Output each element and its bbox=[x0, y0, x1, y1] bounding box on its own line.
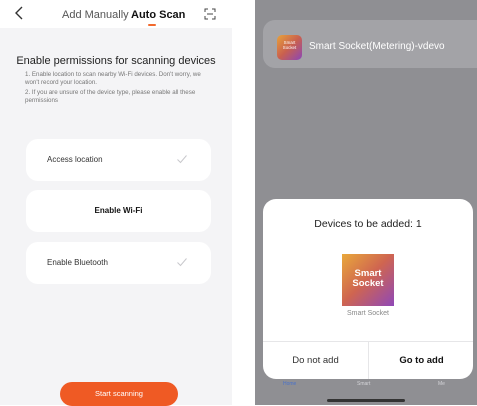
tab-smart[interactable]: Smart bbox=[357, 381, 370, 387]
back-chevron-icon[interactable] bbox=[14, 6, 26, 22]
tab-home[interactable]: Home bbox=[283, 381, 296, 387]
do-not-add-button[interactable]: Do not add bbox=[263, 342, 368, 379]
start-scanning-button[interactable]: Start scanning bbox=[60, 382, 178, 406]
active-tab-indicator bbox=[148, 24, 156, 26]
smart-socket-thumbnail: Smart Socket bbox=[277, 35, 302, 60]
permission-card-bluetooth[interactable]: Enable Bluetooth bbox=[26, 242, 211, 284]
bottom-tab-bar: Home Smart Me bbox=[255, 381, 477, 393]
tab-me[interactable]: Me bbox=[438, 381, 445, 387]
auto-scan-screen: Add Manually Auto Scan Enable permission… bbox=[0, 0, 232, 406]
permission-label-location: Access location bbox=[47, 155, 103, 164]
permissions-title: Enable permissions for scanning devices bbox=[16, 55, 216, 67]
thumbnail-label: Smart Socket bbox=[282, 40, 297, 50]
permission-label-wifi: Enable Wi-Fi bbox=[94, 206, 143, 215]
permission-label-bluetooth: Enable Bluetooth bbox=[47, 258, 108, 267]
top-navigation-bar: Add Manually Auto Scan bbox=[0, 0, 232, 28]
tab-add-manually[interactable]: Add Manually bbox=[62, 9, 129, 21]
dialog-title: Devices to be added: 1 bbox=[314, 218, 422, 230]
permission-note-location: 1. Enable location to scan nearby Wi-Fi … bbox=[25, 71, 201, 86]
permission-note-device-type: 2. If you are unsure of the device type,… bbox=[25, 89, 196, 104]
home-indicator bbox=[327, 399, 405, 402]
checkmark-icon bbox=[176, 255, 188, 267]
permission-card-wifi[interactable]: Enable Wi-Fi bbox=[26, 190, 211, 232]
device-found-screen: Smart Socket Smart Socket(Metering)-vdev… bbox=[255, 0, 477, 405]
scan-frame-icon[interactable] bbox=[204, 7, 216, 20]
go-to-add-button[interactable]: Go to add bbox=[369, 342, 473, 379]
permission-card-location[interactable]: Access location bbox=[26, 139, 211, 181]
device-banner[interactable]: Smart Socket Smart Socket(Metering)-vdev… bbox=[263, 20, 477, 68]
checkmark-icon bbox=[176, 152, 188, 164]
tab-auto-scan[interactable]: Auto Scan bbox=[131, 9, 185, 21]
device-name: Smart Socket bbox=[346, 310, 389, 317]
device-image-label: Smart Socket bbox=[352, 268, 384, 289]
devices-to-add-dialog: Devices to be added: 1 Smart Socket Smar… bbox=[263, 199, 473, 379]
smart-socket-image: Smart Socket bbox=[342, 254, 394, 306]
device-banner-name: Smart Socket(Metering)-vdevo bbox=[309, 41, 445, 52]
